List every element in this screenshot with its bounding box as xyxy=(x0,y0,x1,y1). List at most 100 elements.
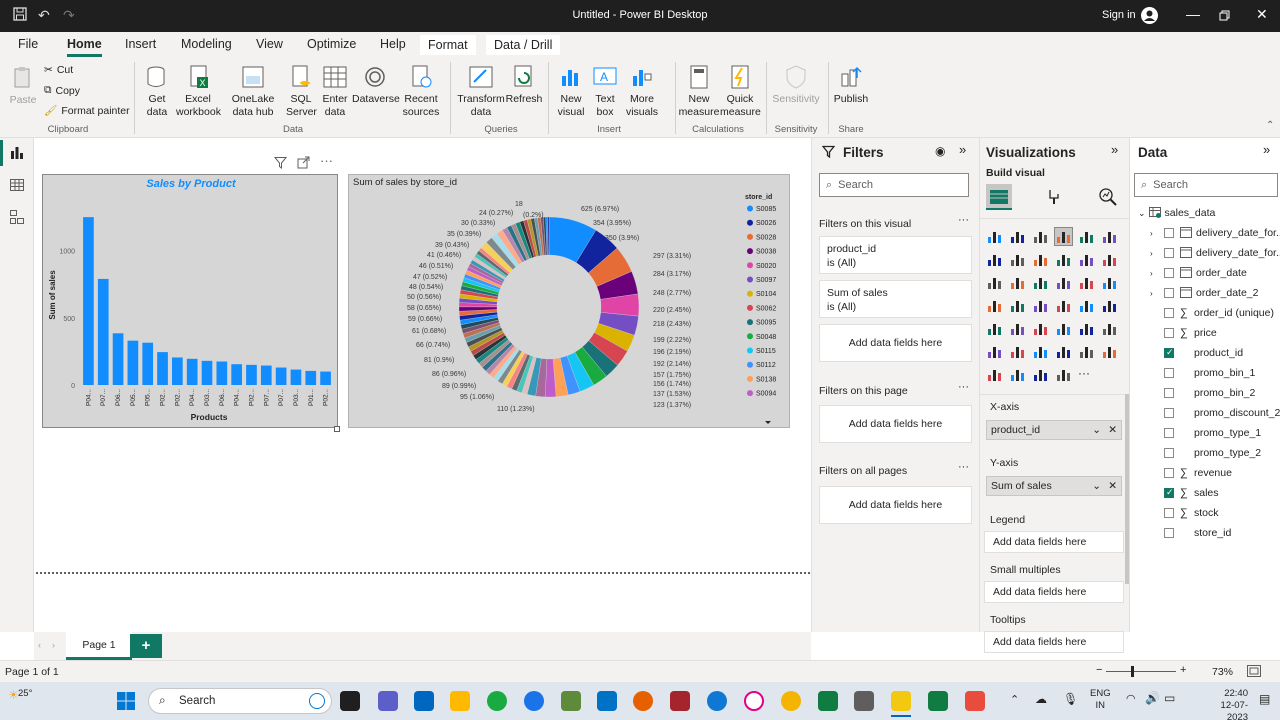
meet-icon[interactable] xyxy=(818,691,838,711)
bar[interactable] xyxy=(97,278,109,385)
zoom-in-icon[interactable]: + xyxy=(1180,664,1186,676)
report-canvas[interactable]: ··· Sales by Product Sum of sales Produc… xyxy=(34,138,811,632)
legend-drop[interactable]: Add data fields here xyxy=(984,531,1124,553)
filter-drop-page[interactable]: Add data fields here xyxy=(819,405,972,443)
account-icon[interactable] xyxy=(1141,7,1158,24)
excel-workbook-button[interactable]: X Excel workbook xyxy=(176,64,221,119)
visual-type-icon[interactable] xyxy=(1101,320,1118,337)
legend-item[interactable]: S0095 xyxy=(756,320,776,327)
menu-modeling[interactable]: Modeling xyxy=(181,37,232,51)
visual-type-icon[interactable] xyxy=(1078,343,1095,360)
visual-type-icon[interactable] xyxy=(1032,297,1049,314)
chevron-down-icon[interactable]: ⌄ xyxy=(1138,208,1146,219)
new-visual-button[interactable]: New visual xyxy=(554,64,588,119)
field-checkbox[interactable] xyxy=(1164,268,1174,278)
bar[interactable] xyxy=(231,364,242,385)
task-view-icon[interactable] xyxy=(340,691,360,711)
visual-type-icon[interactable] xyxy=(1032,251,1049,268)
visual-type-icon[interactable] xyxy=(986,366,1003,383)
field-checkbox[interactable] xyxy=(1164,388,1174,398)
taskbar-search[interactable]: ⌕ Search xyxy=(148,688,332,714)
zoom-out-icon[interactable]: − xyxy=(1096,664,1102,676)
chrome-canary-icon[interactable] xyxy=(781,691,801,711)
data-field[interactable]: product_id xyxy=(1150,343,1243,363)
bar-chart-visual[interactable]: Sales by Product Sum of sales Products 0… xyxy=(42,174,338,428)
filter-card-sum-of-sales[interactable]: Sum of sales is (All) xyxy=(819,280,972,318)
chevron-right-icon[interactable]: › xyxy=(1150,229,1160,238)
mic-icon[interactable]: 🎙 xyxy=(1063,692,1078,706)
visual-type-icon[interactable] xyxy=(1055,343,1072,360)
field-checkbox[interactable] xyxy=(1164,408,1174,418)
remove-field-icon[interactable]: ✕ xyxy=(1108,477,1117,495)
visual-type-icon[interactable] xyxy=(1101,251,1118,268)
more-options-icon[interactable]: ··· xyxy=(958,381,969,393)
field-checkbox[interactable] xyxy=(1164,288,1174,298)
language-indicator[interactable]: ENG IN xyxy=(1090,688,1111,712)
format-visual-icon[interactable] xyxy=(1046,188,1064,211)
bar[interactable] xyxy=(172,357,183,385)
recorder-icon[interactable] xyxy=(965,691,985,711)
copy-button[interactable]: ⧉ Copy xyxy=(44,84,80,97)
sql-server-button[interactable]: SQL Server xyxy=(286,64,317,119)
chevron-down-icon[interactable]: ⌄ xyxy=(1092,477,1101,495)
field-checkbox[interactable] xyxy=(1164,248,1174,258)
collapse-ribbon-icon[interactable]: ⌃ xyxy=(1266,120,1274,131)
data-field[interactable]: promo_type_2 xyxy=(1150,443,1261,463)
data-field[interactable]: › delivery_date_for... xyxy=(1150,243,1280,263)
small-multiples-drop[interactable]: Add data fields here xyxy=(984,581,1124,603)
data-field[interactable]: promo_bin_2 xyxy=(1150,383,1255,403)
bar[interactable] xyxy=(127,340,139,385)
data-field[interactable]: ∑ revenue xyxy=(1150,463,1232,483)
legend-item[interactable]: S0085 xyxy=(756,206,776,213)
mail-icon[interactable] xyxy=(597,691,617,711)
legend-item[interactable]: S0026 xyxy=(756,220,776,227)
field-checkbox[interactable] xyxy=(1164,448,1174,458)
data-field[interactable]: ∑ price xyxy=(1150,323,1217,343)
filters-search-input[interactable]: ⌕ Search xyxy=(819,173,969,197)
bar[interactable] xyxy=(305,370,317,385)
get-data-button[interactable]: Get data xyxy=(140,64,174,119)
visual-type-icon[interactable] xyxy=(1101,228,1118,245)
collapse-filters-icon[interactable]: » xyxy=(959,142,966,157)
music-icon[interactable] xyxy=(670,691,690,711)
bar[interactable] xyxy=(260,365,272,385)
menu-view[interactable]: View xyxy=(256,37,283,51)
chrome-icon[interactable] xyxy=(487,691,507,711)
bar[interactable] xyxy=(290,369,302,385)
dataverse-button[interactable]: Dataverse xyxy=(352,64,400,106)
visual-type-icon[interactable] xyxy=(1055,274,1072,291)
data-field[interactable]: promo_bin_1 xyxy=(1150,363,1255,383)
analytics-icon[interactable] xyxy=(1098,187,1118,210)
quick-measure-button[interactable]: Quick measure xyxy=(720,64,761,119)
text-box-button[interactable]: A Text box xyxy=(590,64,620,119)
sensitivity-button[interactable]: Sensitivity xyxy=(770,64,822,106)
data-field[interactable]: store_id xyxy=(1150,523,1231,543)
table-view-icon[interactable] xyxy=(9,177,25,196)
legend-item[interactable]: S0115 xyxy=(756,348,776,355)
bar[interactable] xyxy=(275,367,287,385)
field-checkbox[interactable] xyxy=(1164,528,1174,538)
table-sales-data[interactable]: ⌄ sales_data xyxy=(1138,203,1215,223)
enter-data-button[interactable]: Enter data xyxy=(320,64,350,119)
field-checkbox[interactable] xyxy=(1164,468,1174,478)
visual-type-icon[interactable] xyxy=(1055,297,1072,314)
app-icon[interactable] xyxy=(561,691,581,711)
yaxis-field[interactable]: Sum of sales ⌄ ✕ xyxy=(986,476,1122,496)
remove-field-icon[interactable]: ✕ xyxy=(1108,421,1117,439)
menu-insert[interactable]: Insert xyxy=(125,37,156,51)
data-field[interactable]: ∑ sales xyxy=(1150,483,1219,503)
bar[interactable] xyxy=(112,333,124,385)
visual-type-icon[interactable] xyxy=(1009,320,1026,337)
visual-type-icon[interactable] xyxy=(1078,297,1095,314)
chevron-right-icon[interactable]: › xyxy=(1150,269,1160,278)
visual-type-icon[interactable] xyxy=(986,274,1003,291)
visual-type-icon[interactable] xyxy=(986,343,1003,360)
legend-item[interactable]: S0028 xyxy=(756,234,776,241)
recent-sources-button[interactable]: Recent sources xyxy=(398,64,444,119)
build-visual-tab[interactable] xyxy=(986,184,1012,210)
more-visuals-icon[interactable]: ··· xyxy=(1078,366,1095,383)
menu-format[interactable]: Format xyxy=(420,35,476,55)
bar[interactable] xyxy=(216,361,228,386)
zoom-thumb[interactable] xyxy=(1131,666,1134,677)
focus-mode-icon[interactable] xyxy=(297,156,310,172)
